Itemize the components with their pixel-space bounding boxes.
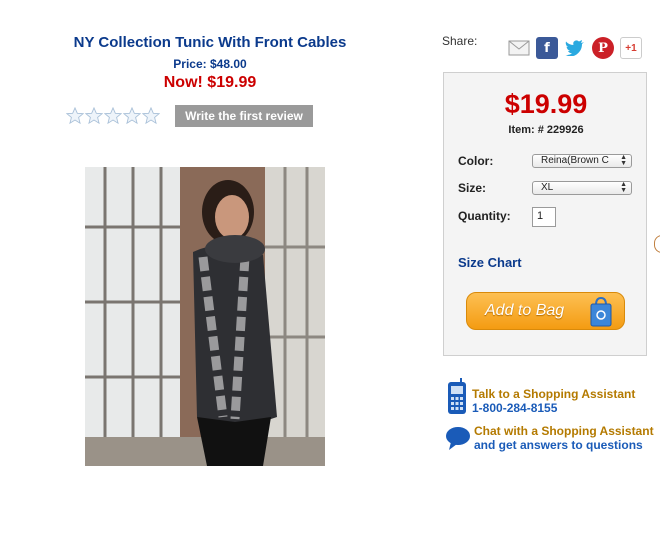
email-icon[interactable]: [508, 37, 530, 59]
product-title: NY Collection Tunic With Front Cables: [73, 34, 347, 51]
select-arrows-icon: ▲ ▼: [620, 154, 627, 167]
size-label: Size:: [458, 181, 487, 195]
rating-stars[interactable]: [66, 107, 160, 125]
star-icon: [104, 107, 122, 125]
assistant-phone-number: 1-800-284-8155: [472, 401, 558, 415]
product-image[interactable]: [85, 167, 325, 466]
chat-bubble-icon: [446, 427, 470, 450]
chat-assistant-subtitle: and get answers to questions: [474, 438, 643, 452]
talk-assistant[interactable]: Talk to a Shopping Assistant 1-800-284-8…: [445, 378, 635, 416]
sale-price: Now! $19.99: [163, 74, 257, 91]
quantity-input[interactable]: 1: [532, 207, 556, 227]
color-select[interactable]: Reina(Brown C ▲ ▼: [532, 154, 632, 168]
model-photo: [85, 167, 325, 466]
color-label: Color:: [458, 154, 494, 168]
item-number: Item: # 229926: [508, 124, 584, 136]
star-icon: [123, 107, 141, 125]
pinterest-icon[interactable]: P: [592, 37, 614, 59]
chat-assistant-title: Chat with a Shopping Assistant: [474, 424, 654, 438]
facebook-icon[interactable]: f: [536, 37, 558, 59]
talk-assistant-title: Talk to a Shopping Assistant: [472, 387, 636, 401]
twitter-icon[interactable]: [564, 37, 586, 59]
size-select[interactable]: XL ▲ ▼: [532, 181, 632, 195]
buybox-price: $19.99: [504, 89, 588, 119]
share-label: Share:: [442, 34, 478, 48]
edge-partial-element: [654, 235, 660, 253]
google-plus-icon[interactable]: +1: [620, 37, 642, 59]
original-price: Price: $48.00: [173, 57, 247, 71]
star-icon: [142, 107, 160, 125]
phone-icon: [448, 378, 466, 414]
size-select-value: XL: [541, 182, 554, 193]
shopping-bag-icon: [590, 296, 612, 327]
share-icons: f P +1: [508, 37, 642, 59]
size-chart-link[interactable]: Size Chart: [458, 255, 522, 270]
star-icon: [66, 107, 84, 125]
chat-assistant[interactable]: Chat with a Shopping Assistant and get a…: [445, 424, 654, 452]
write-review-button[interactable]: Write the first review: [175, 105, 313, 127]
color-select-value: Reina(Brown C: [541, 155, 609, 166]
add-to-bag-label: Add to Bag: [485, 302, 565, 319]
select-arrows-icon: ▲ ▼: [620, 181, 627, 194]
quantity-label: Quantity:: [458, 209, 511, 223]
star-icon: [85, 107, 103, 125]
buy-box: $19.99 Item: # 229926 Color: Reina(Brown…: [443, 72, 647, 356]
add-to-bag-button[interactable]: Add to Bag: [466, 292, 625, 330]
